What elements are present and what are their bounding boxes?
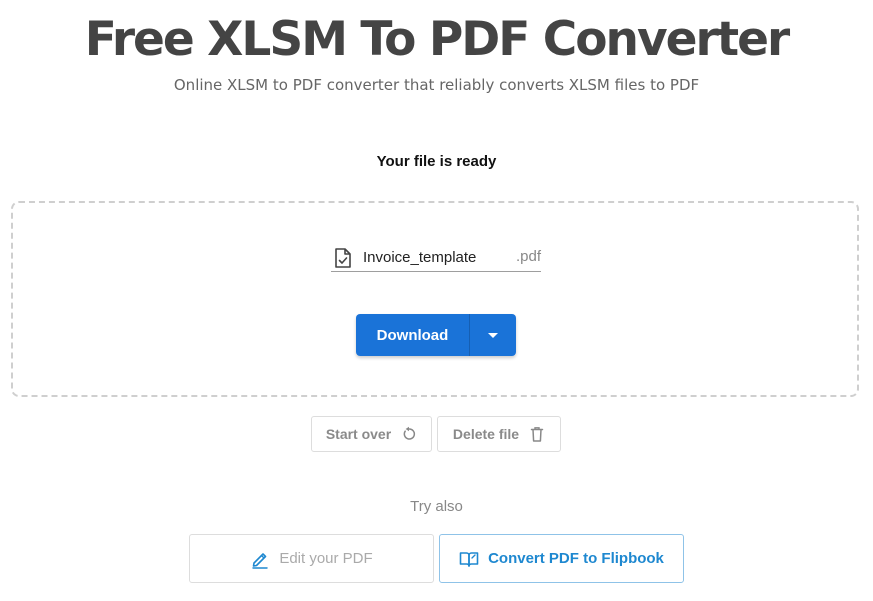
try-also-heading: Try also [410,498,463,515]
page-title: Free XLSM To PDF Converter [84,12,790,67]
file-extension: .pdf [515,248,541,265]
trash-icon [529,426,545,442]
delete-file-button[interactable]: Delete file [437,416,561,452]
status-text: Your file is ready [376,153,497,170]
file-name-field[interactable]: Invoice_template .pdf [331,244,541,272]
pencil-icon [250,549,270,569]
page: Free XLSM To PDF Converter Online XLSM t… [0,0,873,601]
download-options-button[interactable] [470,314,516,356]
edit-pdf-label: Edit your PDF [279,550,373,567]
download-button[interactable]: Download [356,314,470,356]
file-check-icon [334,247,352,268]
book-icon [459,549,479,569]
start-over-label: Start over [325,426,392,442]
refresh-icon [401,426,417,442]
edit-pdf-button[interactable]: Edit your PDF [189,534,434,583]
delete-file-label: Delete file [452,426,520,442]
start-over-button[interactable]: Start over [311,416,432,452]
download-button-group: Download [356,314,516,356]
result-dropzone [11,201,859,397]
page-subtitle: Online XLSM to PDF converter that reliab… [173,76,700,94]
file-name-text[interactable]: Invoice_template [363,249,476,266]
convert-flipbook-label: Convert PDF to Flipbook [488,550,664,567]
caret-down-icon [488,332,498,338]
convert-flipbook-button[interactable]: Convert PDF to Flipbook [439,534,684,583]
